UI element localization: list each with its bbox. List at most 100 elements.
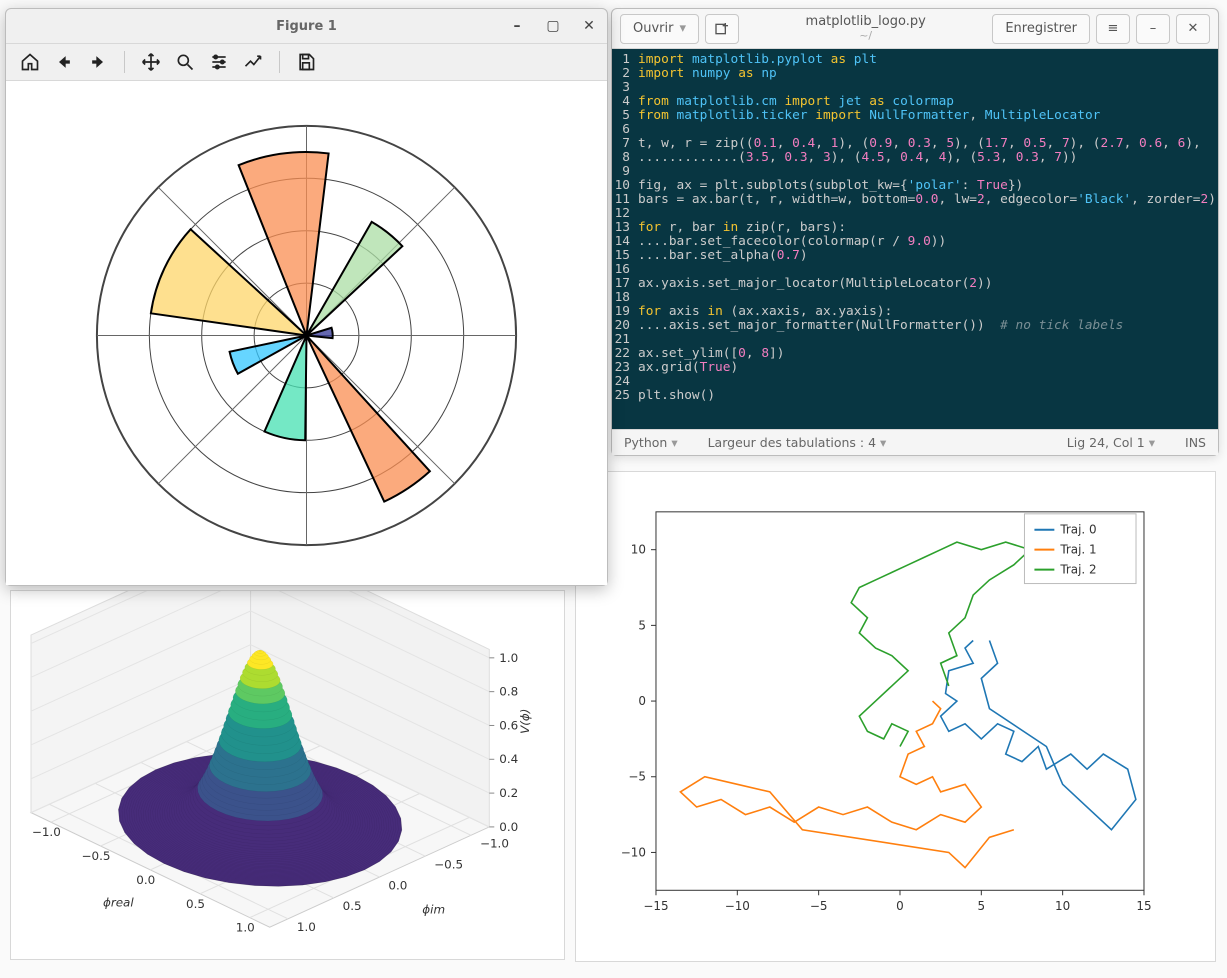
minimize-icon: – — [514, 18, 521, 34]
zoom-button[interactable] — [171, 48, 199, 76]
language-selector[interactable]: Python — [624, 435, 678, 450]
toolbar-separator — [279, 51, 280, 73]
forward-button[interactable] — [84, 48, 112, 76]
line-number: 5 — [612, 109, 636, 123]
polar-chart — [6, 81, 607, 585]
chart-line-icon — [243, 52, 263, 72]
editor-minimize-button[interactable]: – — [1136, 14, 1170, 44]
svg-text:15: 15 — [1136, 899, 1151, 913]
code-line: 21 — [612, 333, 1218, 347]
code-line: 14....bar.set_facecolor(colormap(r / 9.0… — [612, 235, 1218, 249]
code-line: 18 — [612, 291, 1218, 305]
window-maximize-button[interactable]: ▢ — [539, 13, 567, 39]
chevron-down-icon: ▾ — [679, 21, 686, 36]
code-editor[interactable]: 1import matplotlib.pyplot as plt2import … — [612, 49, 1218, 429]
edit-button[interactable] — [239, 48, 267, 76]
svg-text:V(ɸ): V(ɸ) — [518, 709, 532, 734]
figure-canvas[interactable] — [6, 81, 607, 585]
editor-close-button[interactable]: ✕ — [1176, 14, 1210, 44]
line-number: 21 — [612, 333, 636, 347]
code-line: 22ax.set_ylim([0, 8]) — [612, 347, 1218, 361]
svg-text:Traj. 1: Traj. 1 — [1059, 543, 1096, 557]
svg-text:−15: −15 — [643, 899, 668, 913]
svg-text:−10: −10 — [725, 899, 750, 913]
arrow-right-icon — [88, 52, 108, 72]
toolbar-separator — [124, 51, 125, 73]
svg-text:0.5: 0.5 — [186, 897, 205, 911]
line-number: 2 — [612, 67, 636, 81]
trajectory-chart: −15−10−5051015−10−50510Traj. 0Traj. 1Tra… — [576, 472, 1215, 961]
new-tab-icon — [714, 21, 730, 37]
svg-text:5: 5 — [638, 618, 646, 632]
line-number: 8 — [612, 151, 636, 165]
editor-statusbar: Python Largeur des tabulations : 4 Lig 2… — [612, 429, 1218, 455]
window-minimize-button[interactable]: – — [503, 13, 531, 39]
cursor-position[interactable]: Lig 24, Col 1 — [1067, 435, 1155, 450]
code-line: 25plt.show() — [612, 389, 1218, 403]
search-icon — [175, 52, 195, 72]
line-number: 1 — [612, 53, 636, 67]
close-icon: ✕ — [1188, 21, 1199, 36]
editor-tab[interactable]: matplotlib_logo.py ~/ — [745, 15, 986, 41]
svg-text:−1.0: −1.0 — [32, 825, 61, 839]
line-number: 13 — [612, 221, 636, 235]
arrow-left-icon — [54, 52, 74, 72]
figure-title: Figure 1 — [276, 19, 337, 34]
figure-titlebar[interactable]: Figure 1 – ▢ ✕ — [6, 9, 607, 43]
svg-text:−10: −10 — [621, 845, 646, 859]
svg-text:0.2: 0.2 — [499, 786, 518, 800]
save-icon — [296, 52, 316, 72]
code-line: 16 — [612, 263, 1218, 277]
svg-text:1.0: 1.0 — [297, 920, 316, 934]
matplotlib-toolbar — [6, 43, 607, 81]
editor-window: Ouvrir ▾ matplotlib_logo.py ~/ Enregistr… — [611, 8, 1219, 456]
line-number: 10 — [612, 179, 636, 193]
svg-text:10: 10 — [631, 543, 646, 557]
svg-text:0.0: 0.0 — [388, 878, 407, 892]
code-line: 6 — [612, 123, 1218, 137]
configure-button[interactable] — [205, 48, 233, 76]
pan-button[interactable] — [137, 48, 165, 76]
svg-text:0.0: 0.0 — [136, 873, 155, 887]
code-line: 3 — [612, 81, 1218, 95]
line-number: 16 — [612, 263, 636, 277]
open-button[interactable]: Ouvrir ▾ — [620, 14, 699, 44]
svg-text:0: 0 — [896, 899, 904, 913]
maximize-icon: ▢ — [546, 18, 559, 34]
code-line: 17ax.yaxis.set_major_locator(MultipleLoc… — [612, 277, 1218, 291]
new-tab-button[interactable] — [705, 14, 739, 44]
code-line: 11bars = ax.bar(t, r, width=w, bottom=0.… — [612, 193, 1218, 207]
code-line: 23ax.grid(True) — [612, 361, 1218, 375]
line-number: 19 — [612, 305, 636, 319]
home-button[interactable] — [16, 48, 44, 76]
svg-text:ɸreal: ɸreal — [103, 895, 134, 909]
svg-text:Traj. 2: Traj. 2 — [1059, 563, 1096, 577]
save-button[interactable]: Enregistrer — [992, 14, 1090, 44]
line-number: 22 — [612, 347, 636, 361]
code-line: 2import numpy as np — [612, 67, 1218, 81]
line-number: 9 — [612, 165, 636, 179]
window-close-button[interactable]: ✕ — [575, 13, 603, 39]
svg-text:−1.0: −1.0 — [480, 837, 509, 851]
tab-width-selector[interactable]: Largeur des tabulations : 4 — [708, 435, 887, 450]
close-icon: ✕ — [583, 18, 595, 34]
svg-text:−0.5: −0.5 — [82, 849, 111, 863]
svg-text:5: 5 — [978, 899, 986, 913]
svg-text:Traj. 0: Traj. 0 — [1059, 523, 1096, 537]
open-label: Ouvrir — [633, 21, 673, 36]
menu-button[interactable]: ≡ — [1096, 14, 1130, 44]
tab-filename: matplotlib_logo.py — [745, 15, 986, 29]
svg-text:0.8: 0.8 — [499, 685, 518, 699]
code-line: 5from matplotlib.ticker import NullForma… — [612, 109, 1218, 123]
svg-text:−5: −5 — [810, 899, 828, 913]
save-figure-button[interactable] — [292, 48, 320, 76]
insert-mode: INS — [1185, 435, 1206, 450]
line-number: 4 — [612, 95, 636, 109]
trajectory-panel: −15−10−5051015−10−50510Traj. 0Traj. 1Tra… — [575, 471, 1216, 962]
line-number: 17 — [612, 277, 636, 291]
back-button[interactable] — [50, 48, 78, 76]
code-line: 8.............(3.5, 0.3, 3), (4.5, 0.4, … — [612, 151, 1218, 165]
line-number: 18 — [612, 291, 636, 305]
code-line: 15....bar.set_alpha(0.7) — [612, 249, 1218, 263]
svg-text:−0.5: −0.5 — [434, 857, 463, 871]
